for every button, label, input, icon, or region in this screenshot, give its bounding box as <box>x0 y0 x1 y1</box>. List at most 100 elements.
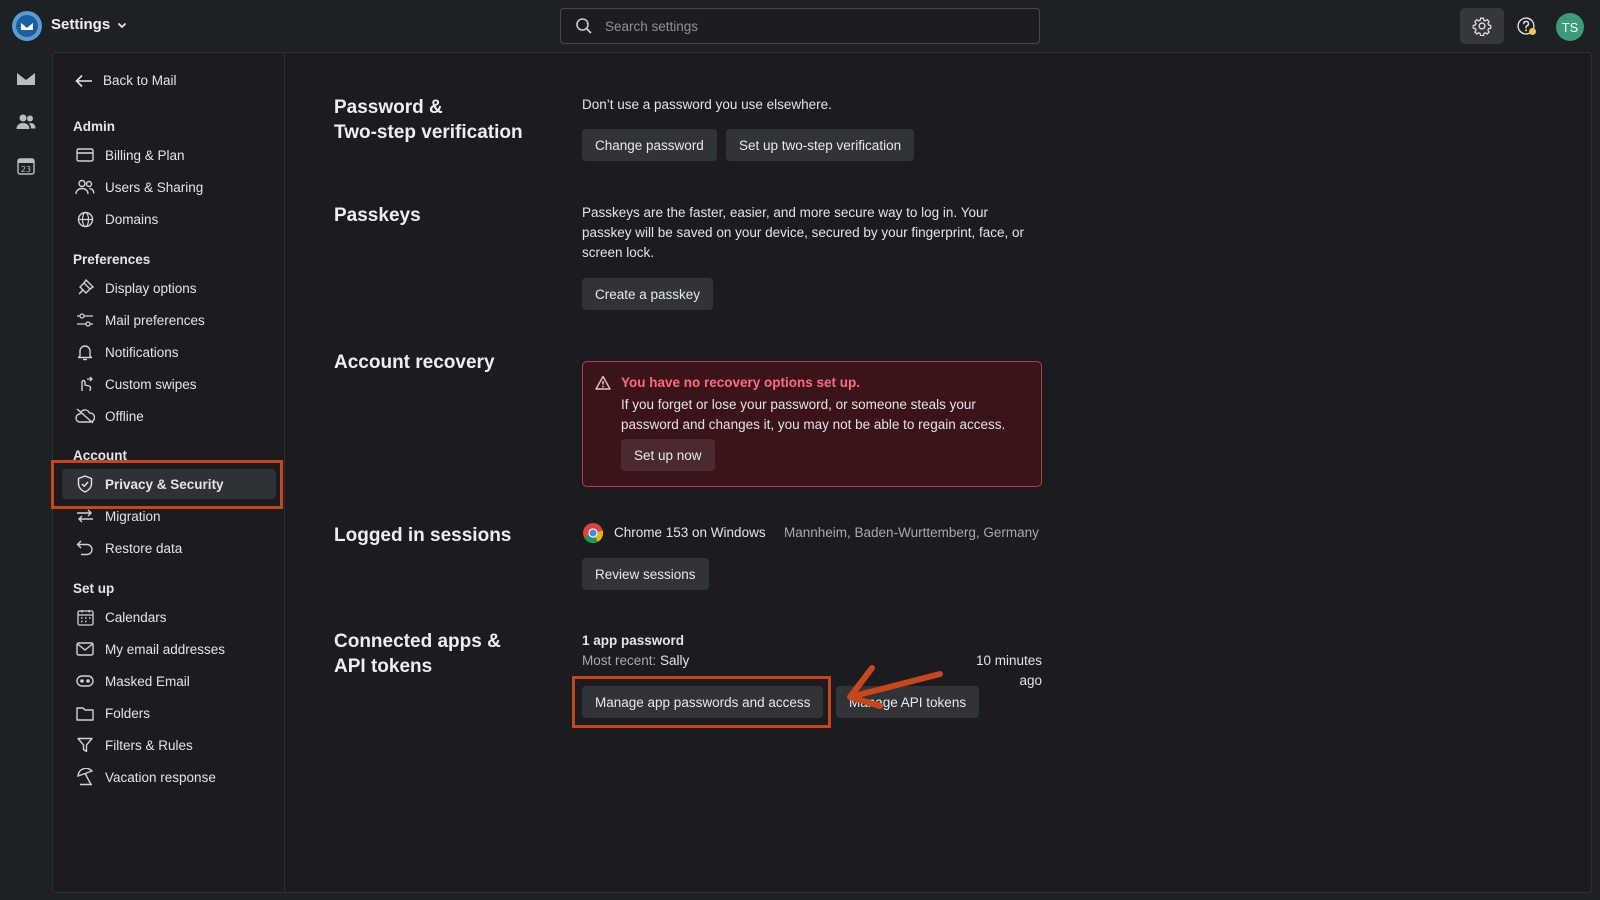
arrow-left-icon <box>75 74 92 87</box>
warning-icon <box>595 375 611 390</box>
paint-icon <box>75 278 95 298</box>
fastmail-logo-icon[interactable] <box>12 11 42 41</box>
envelope-icon <box>75 639 95 659</box>
gear-icon <box>1472 17 1492 36</box>
sidebar-item-label: Users & Sharing <box>105 179 204 195</box>
settings-panel: Back to Mail Admin Billing & Plan Users … <box>51 52 1592 893</box>
section-title-password: Password & Two-step verification <box>334 97 523 143</box>
section-title-sessions: Logged in sessions <box>334 525 512 546</box>
create-passkey-button[interactable]: Create a passkey <box>582 278 714 310</box>
sidebar-item-privacy-security[interactable]: Privacy & Security <box>62 469 276 499</box>
avatar[interactable]: TS <box>1556 13 1584 41</box>
sidebar-item-custom-swipes[interactable]: Custom swipes <box>62 369 276 399</box>
settings-menu-button[interactable]: Settings <box>51 16 128 33</box>
folder-icon <box>75 703 95 723</box>
sidebar-item-label: Domains <box>105 211 159 227</box>
app-password-count: 1 app password <box>582 633 685 648</box>
group-title-admin: Admin <box>73 119 115 134</box>
mask-icon <box>75 671 95 691</box>
sidebar-item-vacation[interactable]: Vacation response <box>62 762 276 792</box>
most-recent-time: 10 minutes ago <box>975 653 1042 688</box>
chevron-down-icon <box>118 22 127 28</box>
session-location: Mannheim, Baden-Wurttemberg, Germany <box>784 525 1039 540</box>
calendar-icon[interactable]: 23 <box>15 155 37 177</box>
cloud-off-icon <box>75 406 95 426</box>
bell-icon <box>75 342 95 362</box>
sidebar-item-label: Notifications <box>105 344 179 360</box>
sidebar-item-billing[interactable]: Billing & Plan <box>62 140 276 170</box>
sidebar-item-calendars[interactable]: Calendars <box>62 602 276 632</box>
back-to-mail-label: Back to Mail <box>103 73 177 88</box>
chrome-icon <box>583 523 604 544</box>
top-bar: Settings TS <box>0 0 1600 52</box>
sidebar-item-label: Migration <box>105 508 161 524</box>
sidebar-item-restore[interactable]: Restore data <box>62 533 276 563</box>
sidebar-item-email-addresses[interactable]: My email addresses <box>62 634 276 664</box>
sidebar-item-label: Filters & Rules <box>105 737 193 753</box>
sidebar-item-folders[interactable]: Folders <box>62 698 276 728</box>
group-title-setup: Set up <box>73 581 115 596</box>
credit-card-icon <box>75 145 95 165</box>
sidebar-item-label: Masked Email <box>105 673 190 689</box>
sidebar-item-domains[interactable]: Domains <box>62 204 276 234</box>
sidebar-item-label: Folders <box>105 705 151 721</box>
svg-text:23: 23 <box>21 165 31 174</box>
filter-icon <box>75 735 95 755</box>
sidebar-item-display[interactable]: Display options <box>62 273 276 303</box>
section-title-recovery: Account recovery <box>334 352 495 373</box>
review-sessions-button[interactable]: Review sessions <box>582 558 709 590</box>
shield-icon <box>75 474 95 494</box>
sidebar-item-label: Calendars <box>105 609 167 625</box>
sidebar-item-mail-preferences[interactable]: Mail preferences <box>62 305 276 335</box>
search-icon <box>576 18 592 34</box>
notification-dot <box>1529 28 1536 35</box>
session-browser: Chrome 153 on Windows <box>614 525 766 540</box>
search-bar[interactable] <box>560 8 1040 44</box>
search-input[interactable] <box>605 18 1005 34</box>
password-description: Don’t use a password you use elsewhere. <box>582 97 832 112</box>
sidebar-item-offline[interactable]: Offline <box>62 401 276 431</box>
swipe-hand-icon <box>75 374 95 394</box>
sidebar-item-label: Display options <box>105 280 197 296</box>
group-title-account: Account <box>73 448 127 463</box>
calendar-grid-icon <box>75 607 95 627</box>
back-to-mail-link[interactable]: Back to Mail <box>75 73 177 88</box>
change-password-button[interactable]: Change password <box>582 129 717 161</box>
sidebar-item-label: Privacy & Security <box>105 476 224 492</box>
setup-two-step-button[interactable]: Set up two-step verification <box>726 129 915 161</box>
sidebar-item-notifications[interactable]: Notifications <box>62 337 276 367</box>
sidebar-item-label: Offline <box>105 408 144 424</box>
sidebar-item-label: Custom swipes <box>105 376 197 392</box>
recovery-warning-alert: You have no recovery options set up. If … <box>582 361 1042 487</box>
mail-icon[interactable] <box>15 67 37 89</box>
app-title: Settings <box>51 16 111 33</box>
setup-now-button[interactable]: Set up now <box>621 439 715 471</box>
sidebar-item-users[interactable]: Users & Sharing <box>62 172 276 202</box>
passkeys-description: Passkeys are the faster, easier, and mor… <box>582 205 1024 260</box>
sidebar-item-migration[interactable]: Migration <box>62 501 276 531</box>
transfer-icon <box>75 506 95 526</box>
settings-sidebar: Back to Mail Admin Billing & Plan Users … <box>51 53 285 892</box>
section-title-passkeys: Passkeys <box>334 205 421 226</box>
group-title-preferences: Preferences <box>73 252 151 267</box>
section-title-connected-apps: Connected apps & API tokens <box>334 631 501 677</box>
sidebar-item-filters[interactable]: Filters & Rules <box>62 730 276 760</box>
manage-app-passwords-button[interactable]: Manage app passwords and access <box>582 686 824 718</box>
sidebar-item-label: Vacation response <box>105 769 216 785</box>
sidebar-item-masked-email[interactable]: Masked Email <box>62 666 276 696</box>
globe-icon <box>75 209 95 229</box>
settings-button[interactable] <box>1460 8 1504 44</box>
alert-title: You have no recovery options set up. <box>621 375 861 390</box>
sliders-icon <box>75 310 95 330</box>
annotation-arrow-icon <box>847 665 943 709</box>
most-recent-line: Most recent: Sally <box>582 653 690 668</box>
sidebar-item-label: My email addresses <box>105 641 226 657</box>
alert-body: If you forget or lose your password, or … <box>621 397 1006 432</box>
users-icon <box>75 177 95 197</box>
contacts-icon[interactable] <box>15 111 37 133</box>
sidebar-item-label: Billing & Plan <box>105 147 185 163</box>
help-button[interactable] <box>1504 8 1548 44</box>
sidebar-item-label: Restore data <box>105 540 183 556</box>
sidebar-item-label: Mail preferences <box>105 312 205 328</box>
umbrella-icon <box>75 767 95 787</box>
